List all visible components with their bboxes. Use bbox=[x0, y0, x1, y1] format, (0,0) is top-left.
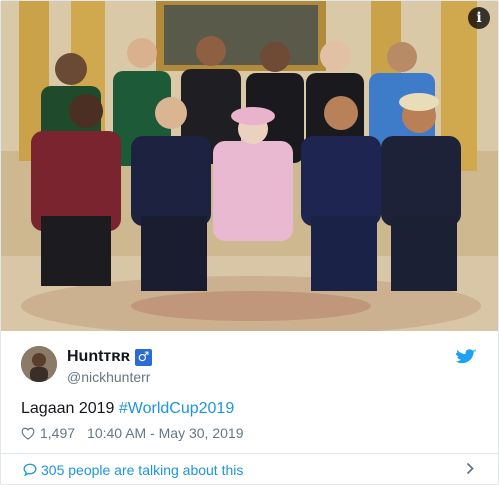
conversation-link[interactable]: 305 people are talking about this bbox=[1, 454, 498, 484]
avatar-image bbox=[21, 346, 57, 382]
avatar[interactable] bbox=[21, 346, 57, 382]
author-display-name[interactable]: Huntᴛʀʀ bbox=[67, 348, 130, 366]
tweet-timestamp[interactable]: 10:40 AM - May 30, 2019 bbox=[87, 425, 243, 441]
embedded-tweet-card: i Huntᴛʀʀ ♂ @nickhunterr Lagaan 2019 #Wo… bbox=[0, 0, 499, 485]
group-photo-illustration bbox=[1, 1, 498, 331]
male-sign-icon: ♂ bbox=[134, 348, 152, 366]
tweet-text: Lagaan 2019 #WorldCup2019 bbox=[21, 400, 234, 418]
tweet-photo[interactable]: i bbox=[1, 1, 498, 331]
info-icon[interactable]: i bbox=[468, 7, 490, 29]
tweet-meta: 1,497 10:40 AM - May 30, 2019 bbox=[21, 425, 243, 441]
heart-icon[interactable] bbox=[21, 427, 35, 440]
author-handle[interactable]: @nickhunterr bbox=[67, 369, 150, 385]
tweet-text-plain: Lagaan 2019 bbox=[21, 400, 119, 417]
hashtag-link[interactable]: #WorldCup2019 bbox=[119, 400, 234, 417]
chevron-right-icon[interactable] bbox=[466, 462, 474, 475]
speech-bubble-icon bbox=[23, 463, 37, 476]
like-count[interactable]: 1,497 bbox=[40, 425, 75, 441]
talking-about-text[interactable]: 305 people are talking about this bbox=[41, 462, 243, 478]
tweet-body: Huntᴛʀʀ ♂ @nickhunterr Lagaan 2019 #Worl… bbox=[1, 331, 498, 451]
author-name-row[interactable]: Huntᴛʀʀ ♂ bbox=[67, 347, 152, 367]
twitter-bird-icon[interactable] bbox=[456, 349, 476, 366]
